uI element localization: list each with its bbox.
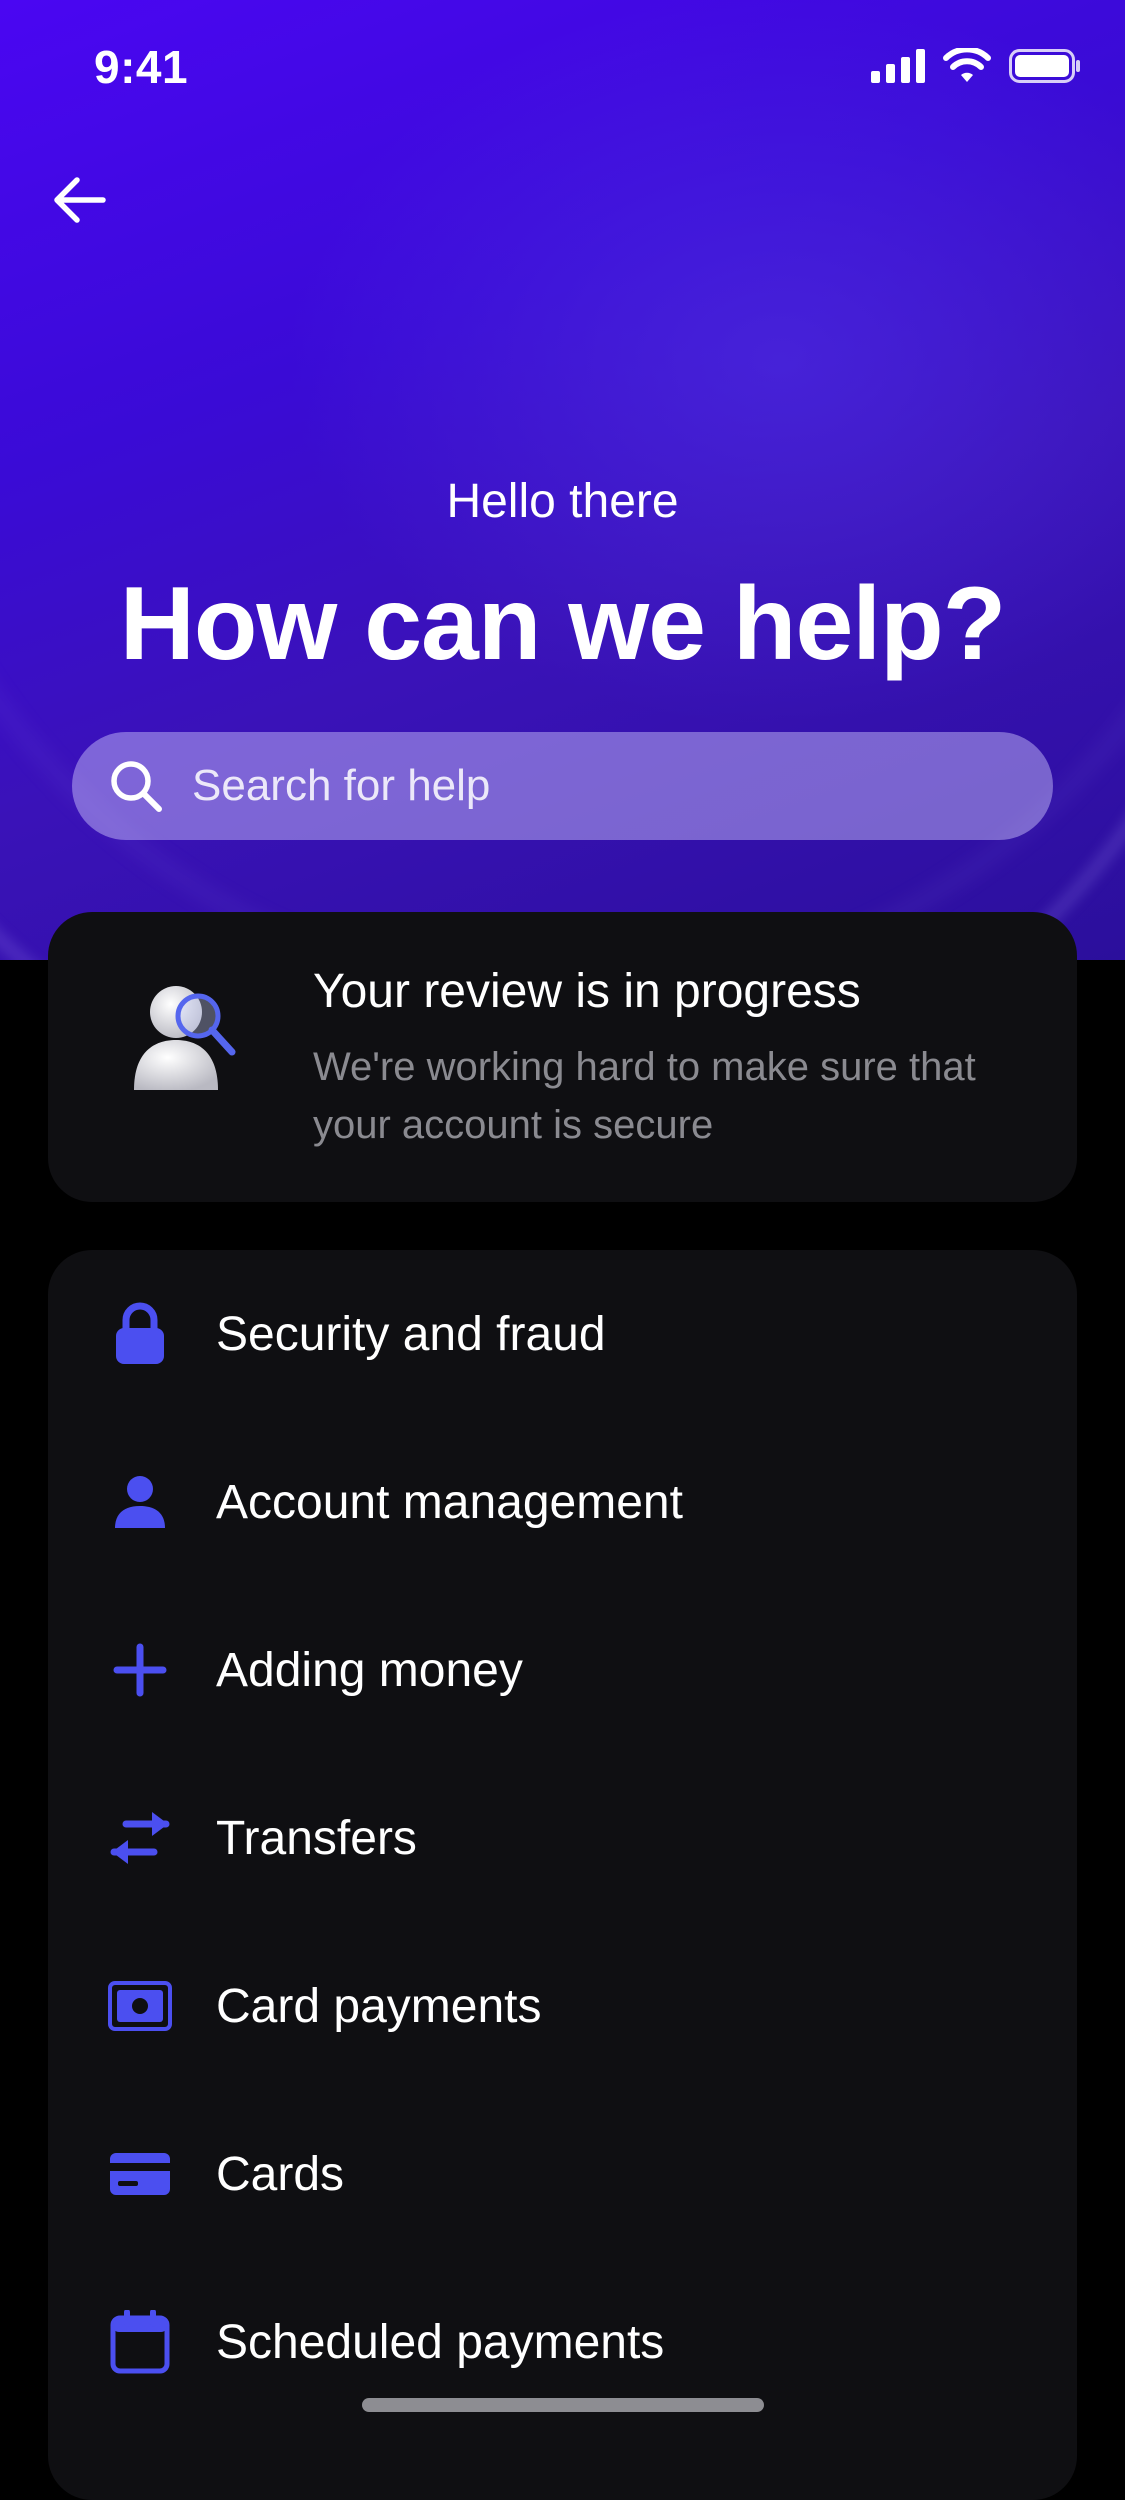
hero-header: 9:41 Hello there How can we help? Search…	[0, 0, 1125, 960]
topic-label: Account management	[216, 1475, 683, 1529]
search-placeholder: Search for help	[192, 761, 491, 810]
wifi-icon	[943, 48, 991, 82]
card-icon	[110, 2153, 170, 2195]
lock-icon	[116, 1302, 164, 1364]
search-input[interactable]: Search for help	[72, 732, 1053, 840]
topic-transfers[interactable]: Transfers	[48, 1754, 1077, 1922]
status-time: 9:41	[94, 41, 189, 93]
topic-card-payments[interactable]: Card payments	[48, 1922, 1077, 2090]
person-icon	[115, 1476, 165, 1528]
arrow-left-icon	[54, 177, 106, 223]
status-icons	[871, 48, 1081, 84]
battery-icon	[1009, 49, 1080, 83]
cellular-signal-icon	[871, 49, 925, 83]
topic-account-management[interactable]: Account management	[48, 1418, 1077, 1586]
topic-cards[interactable]: Cards	[48, 2090, 1077, 2258]
topic-label: Adding money	[216, 1643, 523, 1697]
review-status-card[interactable]: Your review is in progress We're working…	[48, 912, 1077, 1202]
topic-label: Security and fraud	[216, 1307, 606, 1361]
plus-icon	[113, 1643, 167, 1697]
topic-label: Scheduled payments	[216, 2315, 665, 2369]
calendar-icon	[110, 2310, 170, 2374]
search-icon	[111, 761, 162, 812]
review-subtitle: We're working hard to make sure that you…	[313, 1045, 976, 1147]
user-search-icon	[134, 986, 236, 1090]
topic-security-and-fraud[interactable]: Security and fraud	[48, 1250, 1077, 1418]
back-button[interactable]	[44, 165, 114, 235]
home-indicator[interactable]	[362, 2398, 764, 2412]
transfer-arrows-icon	[110, 1812, 170, 1864]
topic-label: Card payments	[216, 1979, 542, 2033]
banknote-icon	[108, 1981, 172, 2031]
topic-label: Cards	[216, 2147, 345, 2201]
topic-adding-money[interactable]: Adding money	[48, 1586, 1077, 1754]
page-title: How can we help?	[119, 566, 1006, 682]
greeting: Hello there	[446, 475, 679, 528]
review-title: Your review is in progress	[313, 965, 861, 1018]
help-topics-list: Security and fraud Account management Ad…	[48, 1250, 1077, 2500]
topic-label: Transfers	[216, 1811, 417, 1865]
